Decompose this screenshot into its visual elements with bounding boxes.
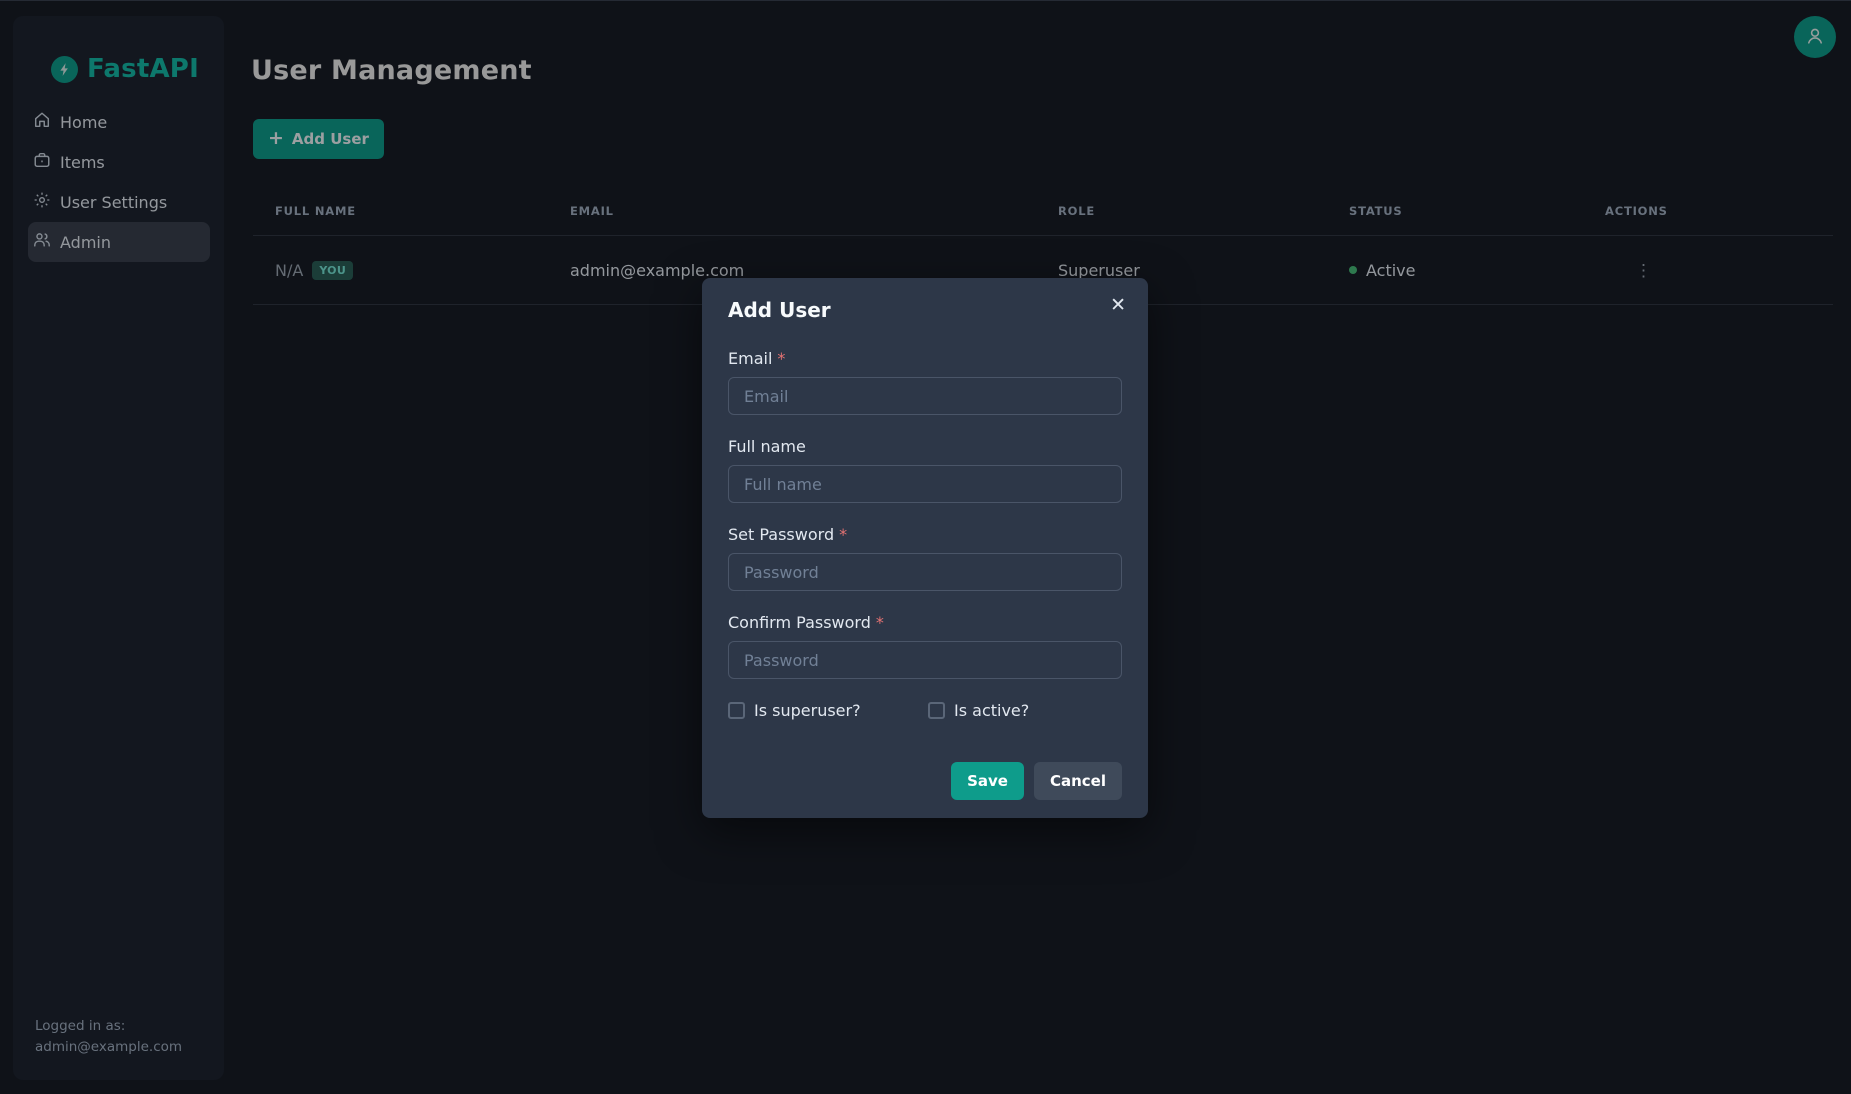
set-password-field-group: Set Password * bbox=[728, 525, 1122, 591]
full-name-field-group: Full name bbox=[728, 437, 1122, 503]
confirm-password-field-group: Confirm Password * bbox=[728, 613, 1122, 679]
close-icon[interactable]: ✕ bbox=[1106, 292, 1130, 319]
full-name-field[interactable] bbox=[728, 465, 1122, 503]
confirm-password-field-label: Confirm Password bbox=[728, 613, 871, 632]
modal-title: Add User bbox=[728, 278, 1122, 323]
full-name-field-label: Full name bbox=[728, 437, 806, 456]
add-user-modal: Add User ✕ Email * Full name Set Password… bbox=[702, 278, 1148, 818]
email-field-label: Email bbox=[728, 349, 772, 368]
modal-footer: Save Cancel bbox=[728, 762, 1122, 800]
is-superuser-label: Is superuser? bbox=[754, 701, 861, 720]
set-password-field-label: Set Password bbox=[728, 525, 834, 544]
email-field-group: Email * bbox=[728, 349, 1122, 415]
required-asterisk: * bbox=[839, 525, 847, 544]
cancel-button[interactable]: Cancel bbox=[1034, 762, 1122, 800]
is-active-label: Is active? bbox=[954, 701, 1029, 720]
is-superuser-checkbox[interactable] bbox=[728, 702, 745, 719]
checkbox-row: Is superuser? Is active? bbox=[728, 701, 1122, 720]
is-active-checkbox[interactable] bbox=[928, 702, 945, 719]
save-button[interactable]: Save bbox=[951, 762, 1024, 800]
set-password-field[interactable] bbox=[728, 553, 1122, 591]
email-field[interactable] bbox=[728, 377, 1122, 415]
required-asterisk: * bbox=[876, 613, 884, 632]
required-asterisk: * bbox=[777, 349, 785, 368]
confirm-password-field[interactable] bbox=[728, 641, 1122, 679]
